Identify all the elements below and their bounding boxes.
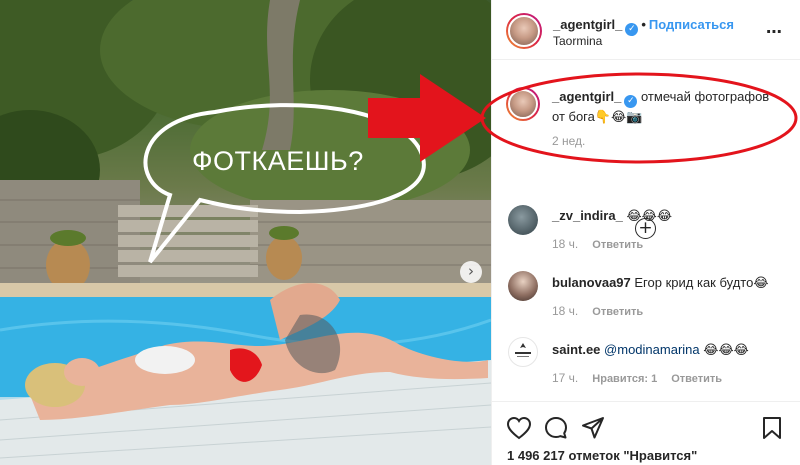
comment-meta: 18 ч. Ответить <box>552 304 657 318</box>
avatar[interactable] <box>506 87 540 121</box>
caption-meta: 2 нед. <box>552 134 599 148</box>
comment-username[interactable]: _zv_indira_ <box>552 208 623 223</box>
likes-count[interactable]: 1 496 217 отметок "Нравится" <box>507 448 697 463</box>
verified-badge-icon: ✓ <box>624 95 638 108</box>
avatar[interactable] <box>506 13 542 49</box>
comment-time[interactable]: 18 ч. <box>552 237 578 251</box>
verified-badge-icon: ✓ <box>625 23 639 36</box>
comment-body: Егор крид как будто <box>634 275 754 290</box>
comment-meta: 18 ч. Ответить <box>552 237 657 251</box>
comment-time[interactable]: 17 ч. <box>552 371 578 385</box>
avatar[interactable] <box>508 271 538 301</box>
comment-emoji: 😂😂😂 <box>703 343 749 358</box>
saint-logo-icon <box>515 343 531 357</box>
comment-username[interactable]: saint.ee <box>552 342 600 357</box>
comment-text: saint.ee @modinamarina 😂😂😂 <box>552 341 784 359</box>
caption-text: _agentgirl_ ✓ отмечай фотографов от бога👇… <box>552 88 784 126</box>
reply-button[interactable]: Ответить <box>592 306 643 318</box>
post-details-panel: _agentgirl_ ✓ • Подписаться Taormina ⋯ _age… <box>491 0 800 465</box>
comment-meta: 17 ч. Нравится: 1 Ответить <box>552 371 736 385</box>
post-actions: 1 496 217 отметок "Нравится" <box>492 401 800 465</box>
comment-username[interactable]: bulanovaa97 <box>552 275 631 290</box>
avatar[interactable] <box>508 337 538 367</box>
reply-button[interactable]: Ответить <box>671 373 722 385</box>
post-header: _agentgirl_ ✓ • Подписаться Taormina ⋯ <box>492 0 800 60</box>
comment-emoji: 😂😂😂 <box>626 209 673 224</box>
comment-text: bulanovaa97 Егор крид как будто😂 <box>552 274 784 292</box>
comment-time[interactable]: 18 ч. <box>552 304 578 318</box>
photo-scene <box>0 0 491 465</box>
comment-text: _zv_indira_ 😂😂😂 <box>552 207 784 225</box>
ellipsis-icon[interactable]: ⋯ <box>766 22 783 42</box>
comment-likes[interactable]: Нравится: 1 <box>592 373 657 385</box>
caption-time[interactable]: 2 нед. <box>552 134 585 148</box>
comment-emoji: 😂 <box>753 276 769 291</box>
separator-dot: • <box>641 17 646 32</box>
avatar[interactable] <box>508 205 538 235</box>
comment-icon[interactable] <box>544 416 568 440</box>
reply-button[interactable]: Ответить <box>592 239 643 251</box>
follow-button[interactable]: Подписаться <box>649 17 734 32</box>
comments-list: _agentgirl_ ✓ отмечай фотографов от бога👇… <box>492 61 800 401</box>
instagram-post-view: ФОТКАЕШЬ? › _agentgirl_ ✓ • Подписаться Tao… <box>0 0 800 465</box>
comment-mention[interactable]: @modinamarina <box>604 342 700 357</box>
caption-username[interactable]: _agentgirl_ <box>552 89 621 104</box>
chevron-right-icon[interactable]: › <box>460 261 482 283</box>
author-username[interactable]: _agentgirl_ <box>553 17 622 32</box>
caption-emoji: 👇😂📷 <box>594 110 643 125</box>
share-icon[interactable] <box>581 416 605 440</box>
bookmark-icon[interactable] <box>762 416 782 440</box>
speech-bubble-text: ФОТКАЕШЬ? <box>192 146 364 176</box>
post-photo[interactable]: ФОТКАЕШЬ? › <box>0 0 491 465</box>
location-link[interactable]: Taormina <box>553 34 602 48</box>
heart-icon[interactable] <box>506 416 532 440</box>
